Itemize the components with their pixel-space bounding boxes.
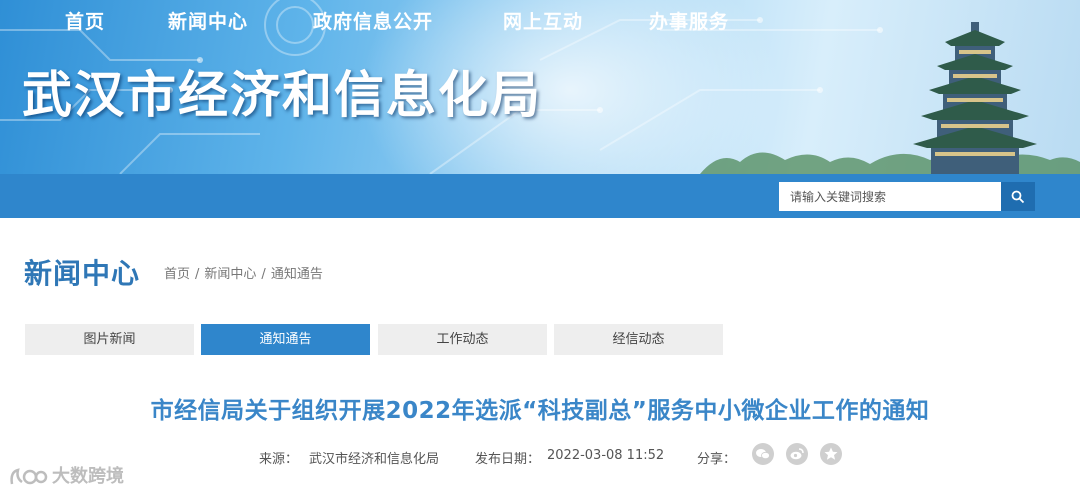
breadcrumb-separator: / bbox=[261, 267, 266, 282]
yellow-crane-tower-icon bbox=[913, 22, 1037, 174]
watermark-text: 大数跨境 bbox=[52, 466, 124, 487]
search-button[interactable] bbox=[1001, 182, 1035, 211]
source-label: 来源： bbox=[259, 452, 299, 467]
search-input[interactable] bbox=[779, 182, 1001, 211]
nav-item-online-interaction[interactable]: 网上互动 bbox=[503, 0, 583, 44]
breadcrumb-home[interactable]: 首页 bbox=[164, 267, 190, 282]
breadcrumb: 首页 / 新闻中心 / 通知通告 bbox=[164, 263, 323, 282]
weibo-icon[interactable] bbox=[786, 443, 808, 465]
breadcrumb-current: 通知通告 bbox=[270, 267, 323, 282]
tab-work-updates[interactable]: 工作动态 bbox=[378, 324, 547, 355]
publish-date-label: 发布日期： bbox=[475, 452, 541, 467]
article-title: 市经信局关于组织开展2022年选派“科技副总”服务中小微企业工作的通知 bbox=[150, 398, 930, 424]
nav-item-gov-info[interactable]: 政府信息公开 bbox=[313, 0, 433, 44]
page-title: 新闻中心 bbox=[24, 257, 141, 290]
share-label: 分享： bbox=[697, 452, 737, 467]
wechat-icon[interactable] bbox=[752, 443, 774, 465]
favorite-icon[interactable] bbox=[820, 443, 842, 465]
nav-item-services[interactable]: 办事服务 bbox=[649, 0, 729, 44]
breadcrumb-separator: / bbox=[195, 267, 200, 282]
tab-economic-updates[interactable]: 经信动态 bbox=[554, 324, 723, 355]
search-icon bbox=[1011, 190, 1025, 204]
watermark-logo-icon bbox=[10, 468, 48, 485]
tab-notices[interactable]: 通知通告 bbox=[201, 324, 370, 355]
publish-date-value: 2022-03-08 11:52 bbox=[547, 448, 665, 463]
breadcrumb-news-center[interactable]: 新闻中心 bbox=[204, 267, 256, 282]
nav-item-news-center[interactable]: 新闻中心 bbox=[168, 0, 248, 44]
source-value: 武汉市经济和信息化局 bbox=[309, 452, 440, 467]
site-title: 武汉市经济和信息化局 bbox=[22, 66, 542, 124]
tab-photo-news[interactable]: 图片新闻 bbox=[25, 324, 194, 355]
watermark: 大数跨境 bbox=[8, 462, 124, 488]
nav-item-home[interactable]: 首页 bbox=[65, 0, 105, 44]
